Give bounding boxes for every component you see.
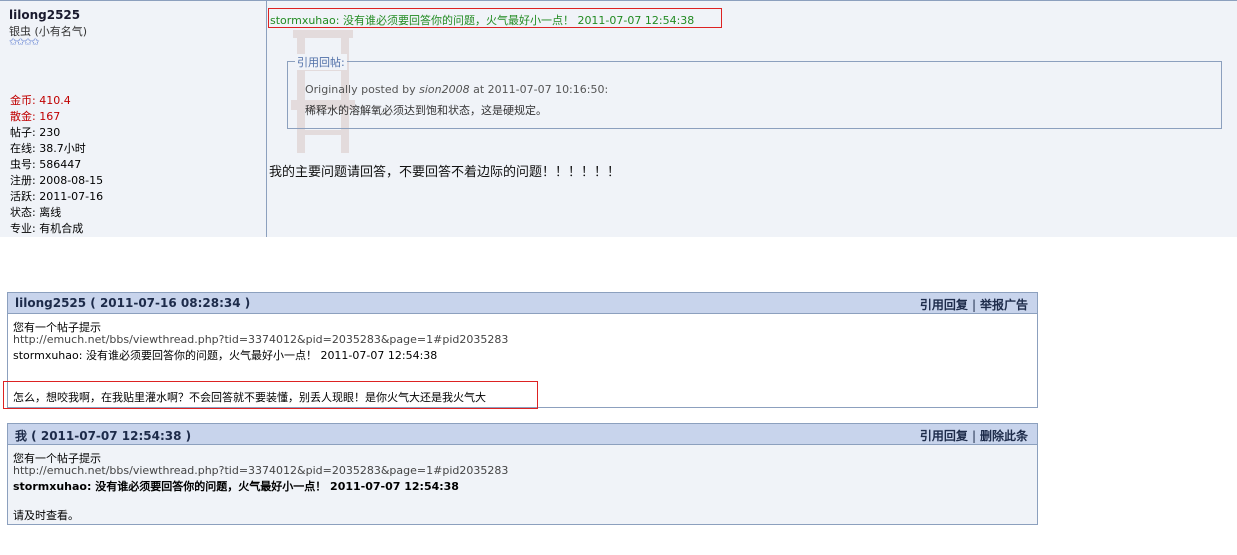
quote-attribution: Originally posted by sion2008 at 2011-07… xyxy=(305,83,608,96)
quote-reply-button[interactable]: 引用回复 xyxy=(920,429,968,443)
post-message: 我的主要问题请回答，不要回答不着边际的问题！！！！！！ xyxy=(269,165,621,180)
message-title: lilong2525 ( 2011-07-16 08:28:34 ) xyxy=(15,296,251,310)
quote-suffix: at 2011-07-07 10:16:50: xyxy=(469,83,609,96)
stat-major: 专业: 有机合成 xyxy=(10,222,84,235)
quoted-line: stormxuhao: 没有谁必须要回答你的问题，火气最好小一点！ 2011-0… xyxy=(13,480,459,493)
message-header: lilong2525 ( 2011-07-16 08:28:34 ) 引用回复 |… xyxy=(8,293,1037,314)
stat-online: 在线: 38.7小时 xyxy=(10,142,86,155)
rank-stars-icon: ✩✩✩✩ xyxy=(9,37,39,48)
report-ad-button[interactable]: 举报广告 xyxy=(980,298,1028,312)
stat-active: 活跃: 2011-07-16 xyxy=(10,190,104,203)
quoted-line: stormxuhao: 没有谁必须要回答你的问题，火气最好小一点！ 2011-0… xyxy=(13,349,438,362)
stat-registered: 注册: 2008-08-15 xyxy=(10,174,104,187)
quote-legend: 引用回帖: xyxy=(295,54,347,70)
separator: | xyxy=(971,298,976,312)
highlight-box xyxy=(3,381,538,409)
reminder-text: 请及时查看。 xyxy=(13,509,79,522)
separator: | xyxy=(971,429,976,443)
message-title: 我 ( 2011-07-07 12:54:38 ) xyxy=(15,429,192,443)
message-actions: 引用回复 | 删除此条 xyxy=(920,427,1028,444)
quote-author[interactable]: sion2008 xyxy=(419,83,469,96)
thread-link[interactable]: http://emuch.net/bbs/viewthread.php?tid=… xyxy=(13,464,508,477)
thread-link[interactable]: http://emuch.net/bbs/viewthread.php?tid=… xyxy=(13,333,508,346)
user-profile-panel: lilong2525 银虫 (小有名气) ✩✩✩✩ 金币: 410.4 散金: … xyxy=(0,1,267,237)
username[interactable]: lilong2525 xyxy=(9,8,80,22)
private-message: 我 ( 2011-07-07 12:54:38 ) 引用回复 | 删除此条 您有一个… xyxy=(7,423,1038,525)
message-actions: 引用回复 | 举报广告 xyxy=(920,296,1028,313)
stat-spent-coins: 散金: 167 xyxy=(10,110,61,123)
highlight-note: stormxuhao: 没有谁必须要回答你的问题，火气最好小一点！ 2011-0… xyxy=(270,14,695,27)
stat-user-id: 虫号: 586447 xyxy=(10,158,82,171)
quote-prefix: Originally posted by xyxy=(305,83,420,96)
stat-posts: 帖子: 230 xyxy=(10,126,61,139)
stat-status: 状态: 离线 xyxy=(10,206,62,219)
stat-coins: 金币: 410.4 xyxy=(10,94,71,107)
delete-button[interactable]: 删除此条 xyxy=(980,429,1028,443)
quote-reply-button[interactable]: 引用回复 xyxy=(920,298,968,312)
quote-text: 稀释水的溶解氧必须达到饱和状态，这是硬规定。 xyxy=(305,104,547,117)
message-header: 我 ( 2011-07-07 12:54:38 ) 引用回复 | 删除此条 xyxy=(8,424,1037,445)
